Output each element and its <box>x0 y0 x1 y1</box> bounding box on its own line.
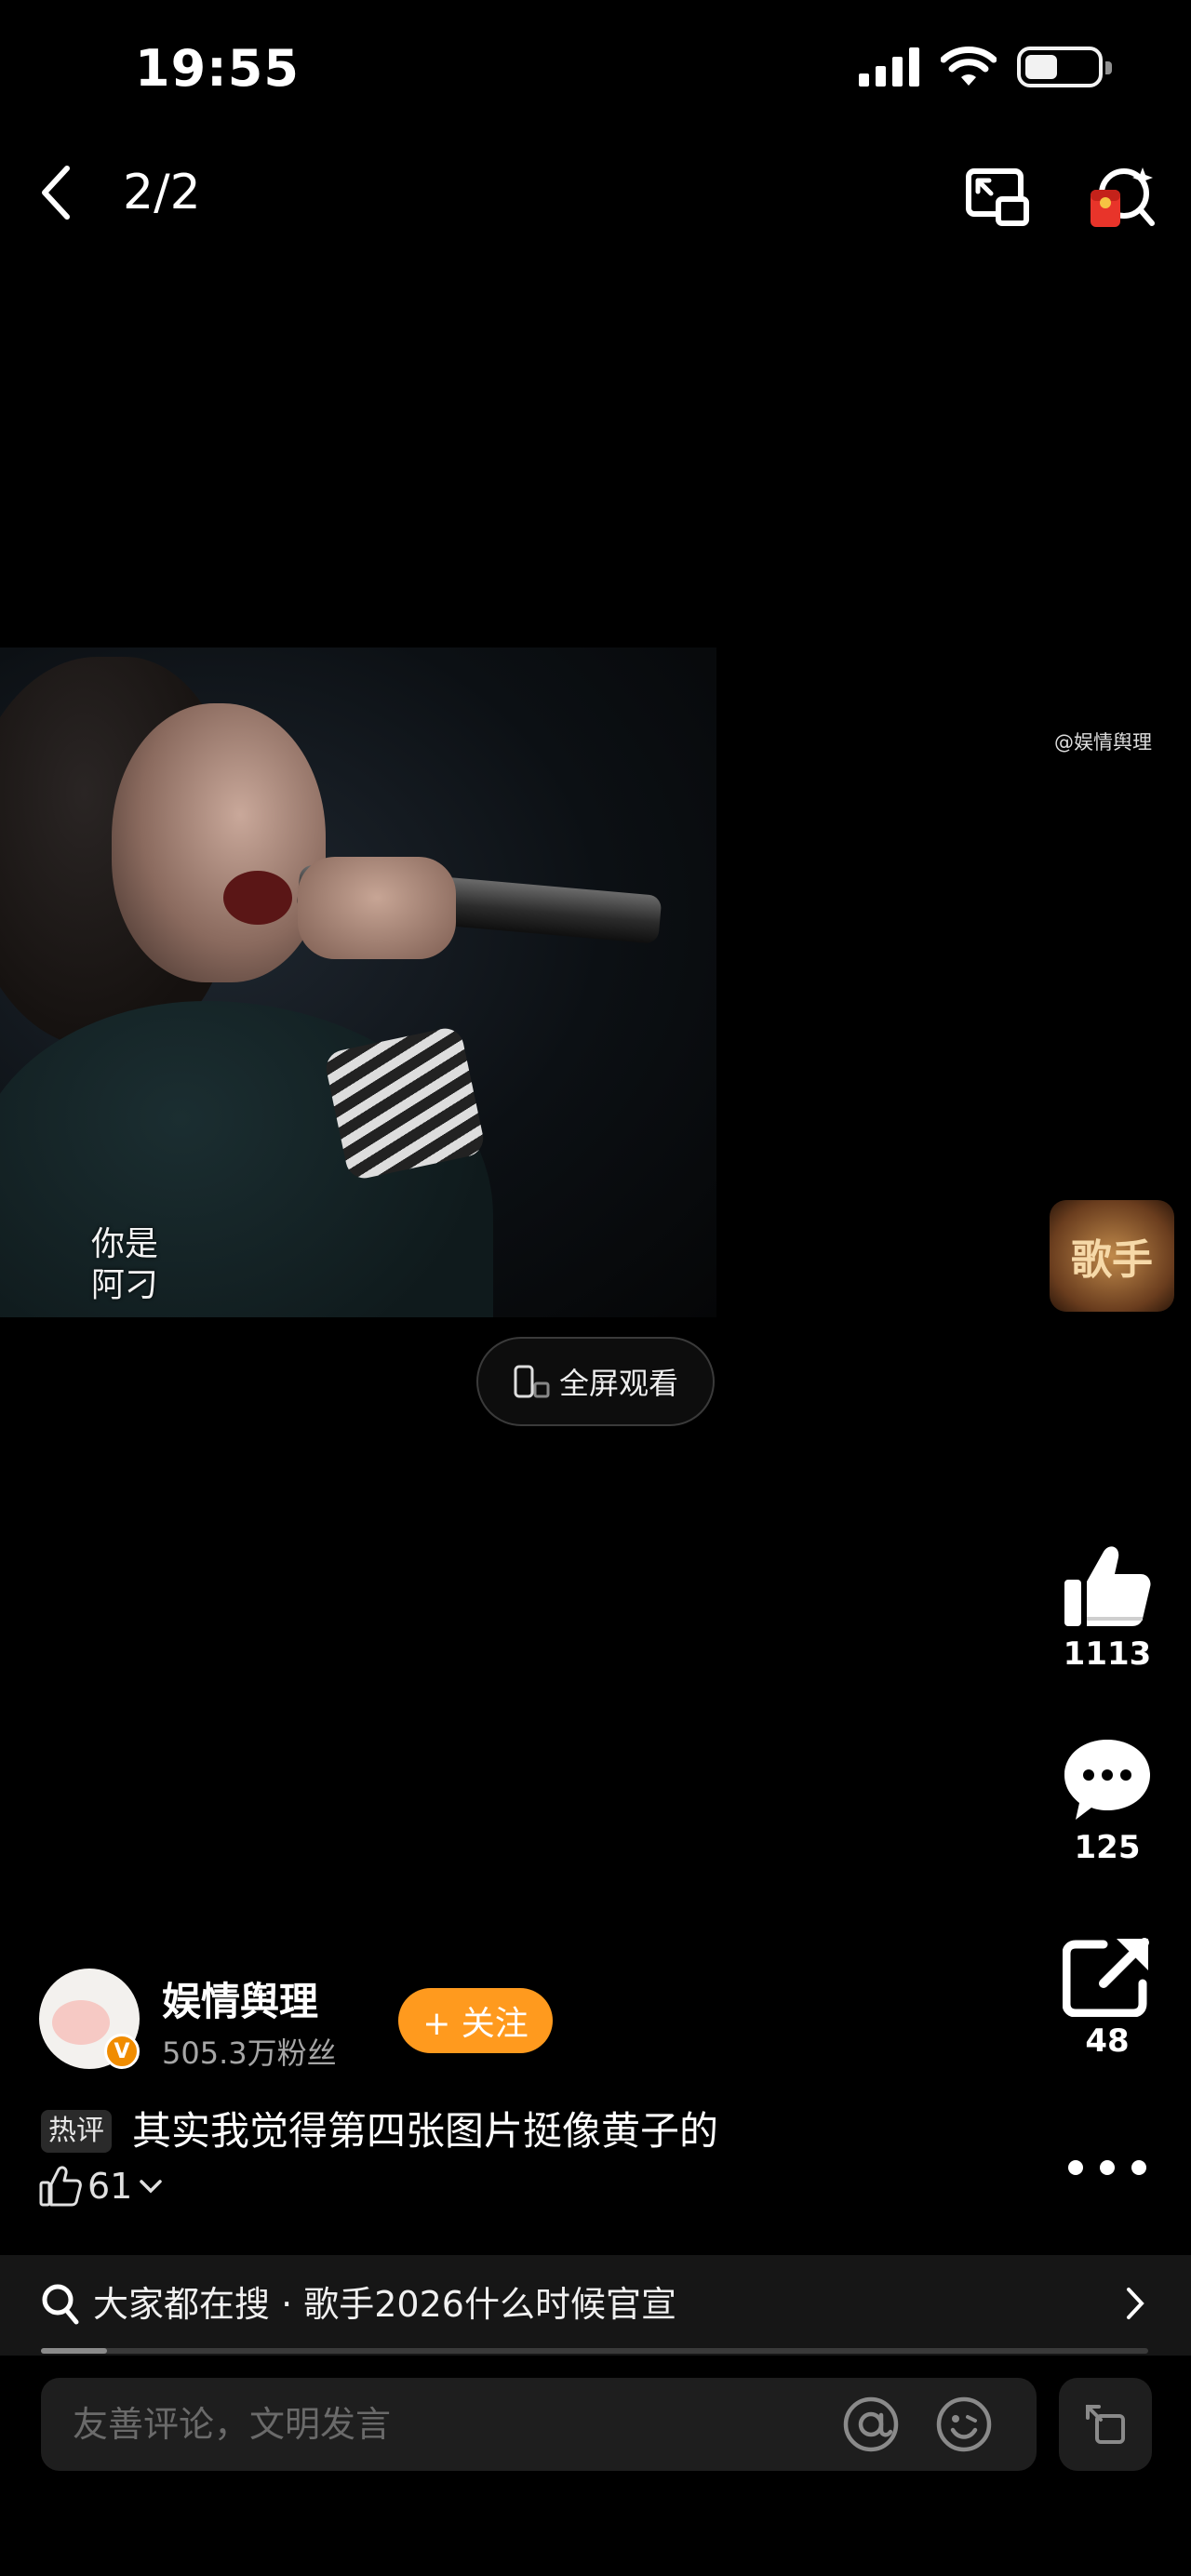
like-count: 1113 <box>1063 1635 1152 1673</box>
media-hand <box>298 857 456 959</box>
search-icon <box>42 2284 79 2325</box>
media-caption: 你是 阿刁 <box>91 1224 158 1306</box>
dot-icon <box>1131 2160 1146 2175</box>
status-icons <box>859 47 1112 87</box>
expand-comments-button[interactable] <box>1059 2378 1152 2471</box>
battery-icon <box>1017 47 1112 87</box>
media-face <box>112 703 326 982</box>
page-indicator: 2/2 <box>123 165 201 220</box>
fullscreen-label: 全屏观看 <box>558 1366 678 1401</box>
author-avatar[interactable]: V <box>39 1969 140 2069</box>
comment-input[interactable]: 友善评论，文明发言 <box>41 2378 1037 2471</box>
hot-comment-like-count: 61 <box>87 2166 133 2207</box>
pip-button[interactable] <box>958 158 1037 236</box>
rotate-phone-icon <box>514 1365 550 1398</box>
progress-bar <box>41 2348 1148 2354</box>
more-options-button[interactable] <box>1068 2149 1146 2186</box>
at-mention-icon[interactable] <box>841 2395 901 2454</box>
show-logo-text: 歌手 <box>1071 1236 1153 1284</box>
share-count: 48 <box>1085 2022 1130 2060</box>
media-watermark: @娱情舆理 <box>1054 731 1152 754</box>
chevron-down-icon <box>140 2180 163 2194</box>
avatar-pig-illustration <box>52 2000 110 2045</box>
trending-search-text: 大家都在搜 · 歌手2026什么时候官宣 <box>93 2284 676 2325</box>
status-bar: 19:55 <box>0 0 1191 140</box>
like-action[interactable]: 1113 <box>1050 1544 1165 1673</box>
red-packet-search-button[interactable] <box>1083 158 1161 236</box>
trending-search-bar[interactable]: 大家都在搜 · 歌手2026什么时候官宣 <box>0 2255 1191 2356</box>
emoji-icon[interactable] <box>934 2395 994 2454</box>
verified-badge: V <box>104 2034 140 2069</box>
comment-placeholder: 友善评论，文明发言 <box>73 2404 392 2445</box>
media-image[interactable]: 你是 阿刁 <box>0 647 716 1317</box>
hot-comment-tag: 热评 <box>41 2110 112 2153</box>
wifi-icon <box>941 47 997 86</box>
show-logo: 歌手 <box>1050 1200 1174 1312</box>
status-time: 19:55 <box>135 39 300 98</box>
comment-action[interactable]: 125 <box>1050 1736 1165 1866</box>
red-packet-search-icon <box>1091 167 1155 227</box>
comment-count: 125 <box>1074 1829 1141 1866</box>
caption-line-2: 阿刁 <box>91 1266 159 1304</box>
follow-button[interactable]: + 关注 <box>398 1988 553 2053</box>
dot-icon <box>1068 2160 1083 2175</box>
share-icon <box>1063 1938 1149 2017</box>
media-mouth <box>223 871 292 925</box>
thumbs-up-outline-icon <box>39 2166 82 2207</box>
picture-in-picture-icon <box>966 168 1029 226</box>
comment-bubble-icon <box>1064 1740 1150 1820</box>
hot-comment-text[interactable]: 其实我觉得第四张图片挺像黄子的 <box>132 2104 718 2158</box>
chevron-right-icon <box>1127 2288 1144 2319</box>
top-nav: 2/2 <box>0 149 1191 242</box>
share-action[interactable]: 48 <box>1050 1935 1165 2060</box>
hot-comment-like[interactable]: 61 <box>39 2158 164 2214</box>
back-button[interactable] <box>28 160 84 225</box>
fullscreen-button[interactable]: 全屏观看 <box>476 1337 715 1426</box>
dot-icon <box>1100 2160 1115 2175</box>
author-name[interactable]: 娱情舆理 <box>162 1970 318 2027</box>
expand-icon <box>1086 2405 1125 2444</box>
chevron-left-icon <box>42 166 70 220</box>
author-fans: 505.3万粉丝 <box>162 2035 337 2071</box>
caption-line-1: 你是 <box>91 1225 159 1263</box>
signal-icon <box>859 47 919 87</box>
thumbs-up-icon <box>1064 1546 1151 1626</box>
progress-fill <box>41 2348 108 2354</box>
